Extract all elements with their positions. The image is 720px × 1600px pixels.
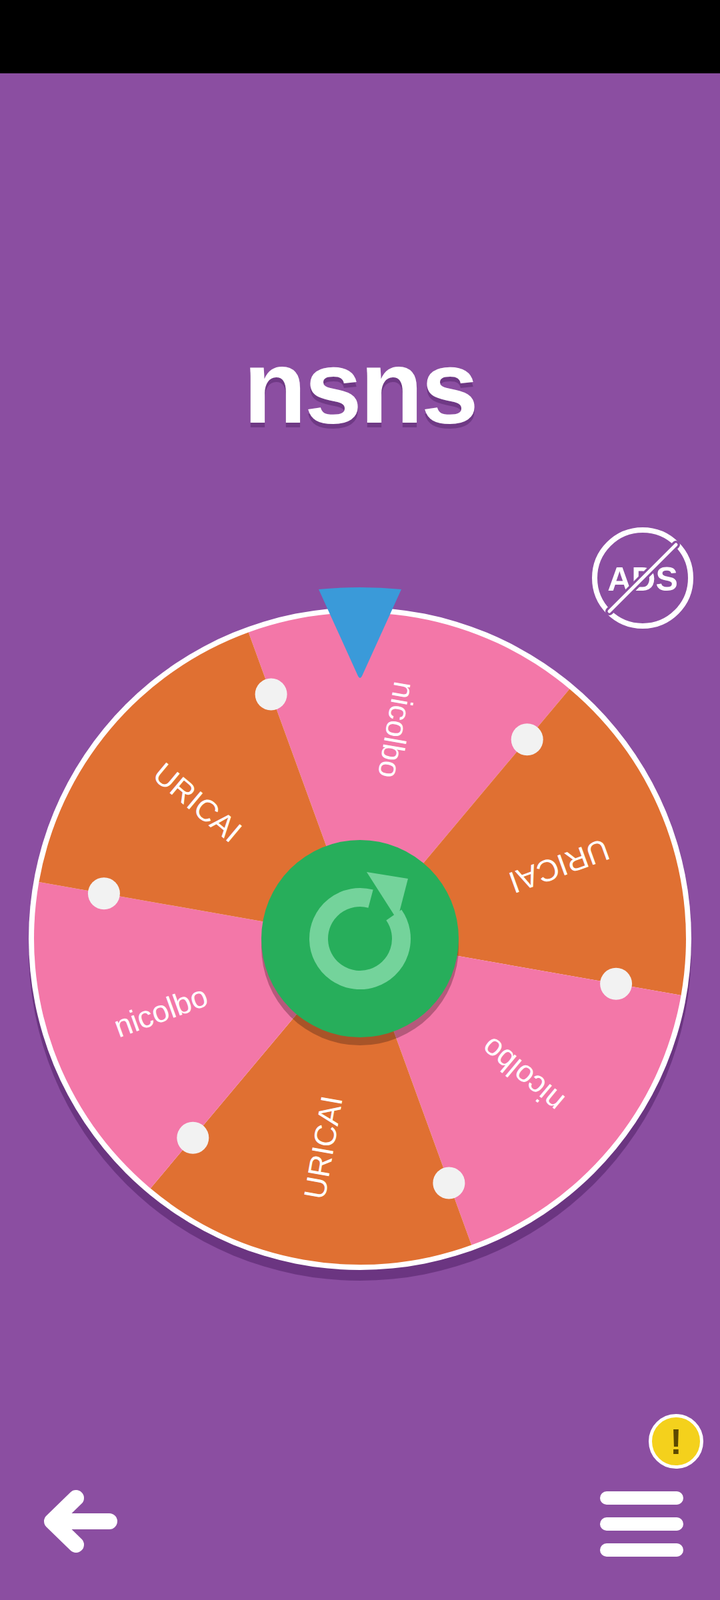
slash-outline: [609, 544, 676, 612]
menu-button[interactable]: !: [600, 1487, 684, 1561]
segment-label: URICAI: [504, 832, 614, 900]
segment-label: nicolbo: [474, 1030, 571, 1120]
wheel-rim: [28, 607, 692, 1270]
segment-label: nicolbo: [371, 679, 423, 782]
wheel-title: nsns: [0, 335, 720, 439]
refresh-icon: [318, 872, 408, 980]
back-arrow-icon: [38, 1482, 118, 1561]
peg-dot: [600, 968, 632, 1000]
peg-dot: [88, 877, 120, 910]
app-screen: nsns nicolbo URICAI nicolbo URICAI nicolbo UR…: [0, 0, 720, 1600]
back-button[interactable]: [38, 1482, 118, 1561]
slash-line: [609, 544, 676, 612]
hamburger-icon: [600, 1487, 684, 1561]
pointer-icon: [318, 587, 402, 678]
peg-dot: [176, 1122, 209, 1154]
status-bar: [0, 0, 720, 74]
segment-label: URICAI: [146, 756, 249, 850]
peg-dot: [511, 723, 544, 756]
bottom-bar: !: [0, 1482, 720, 1600]
segment-label: nicolbo: [109, 978, 213, 1044]
spin-wheel[interactable]: nicolbo URICAI nicolbo URICAI nicolbo URICAI: [26, 578, 694, 1299]
wheel-area: nicolbo URICAI nicolbo URICAI nicolbo URICAI: [0, 578, 720, 1299]
alert-badge: !: [648, 1414, 704, 1469]
peg-dot: [432, 1166, 465, 1199]
spin-button-face: [261, 840, 459, 1038]
no-ads-icon: ADS: [589, 524, 696, 632]
no-ads-button[interactable]: ADS: [589, 524, 696, 632]
peg-dot: [255, 678, 288, 711]
segment-label: URICAI: [297, 1093, 350, 1202]
spin-button[interactable]: [261, 840, 459, 1046]
no-ads-ring: [594, 530, 691, 626]
